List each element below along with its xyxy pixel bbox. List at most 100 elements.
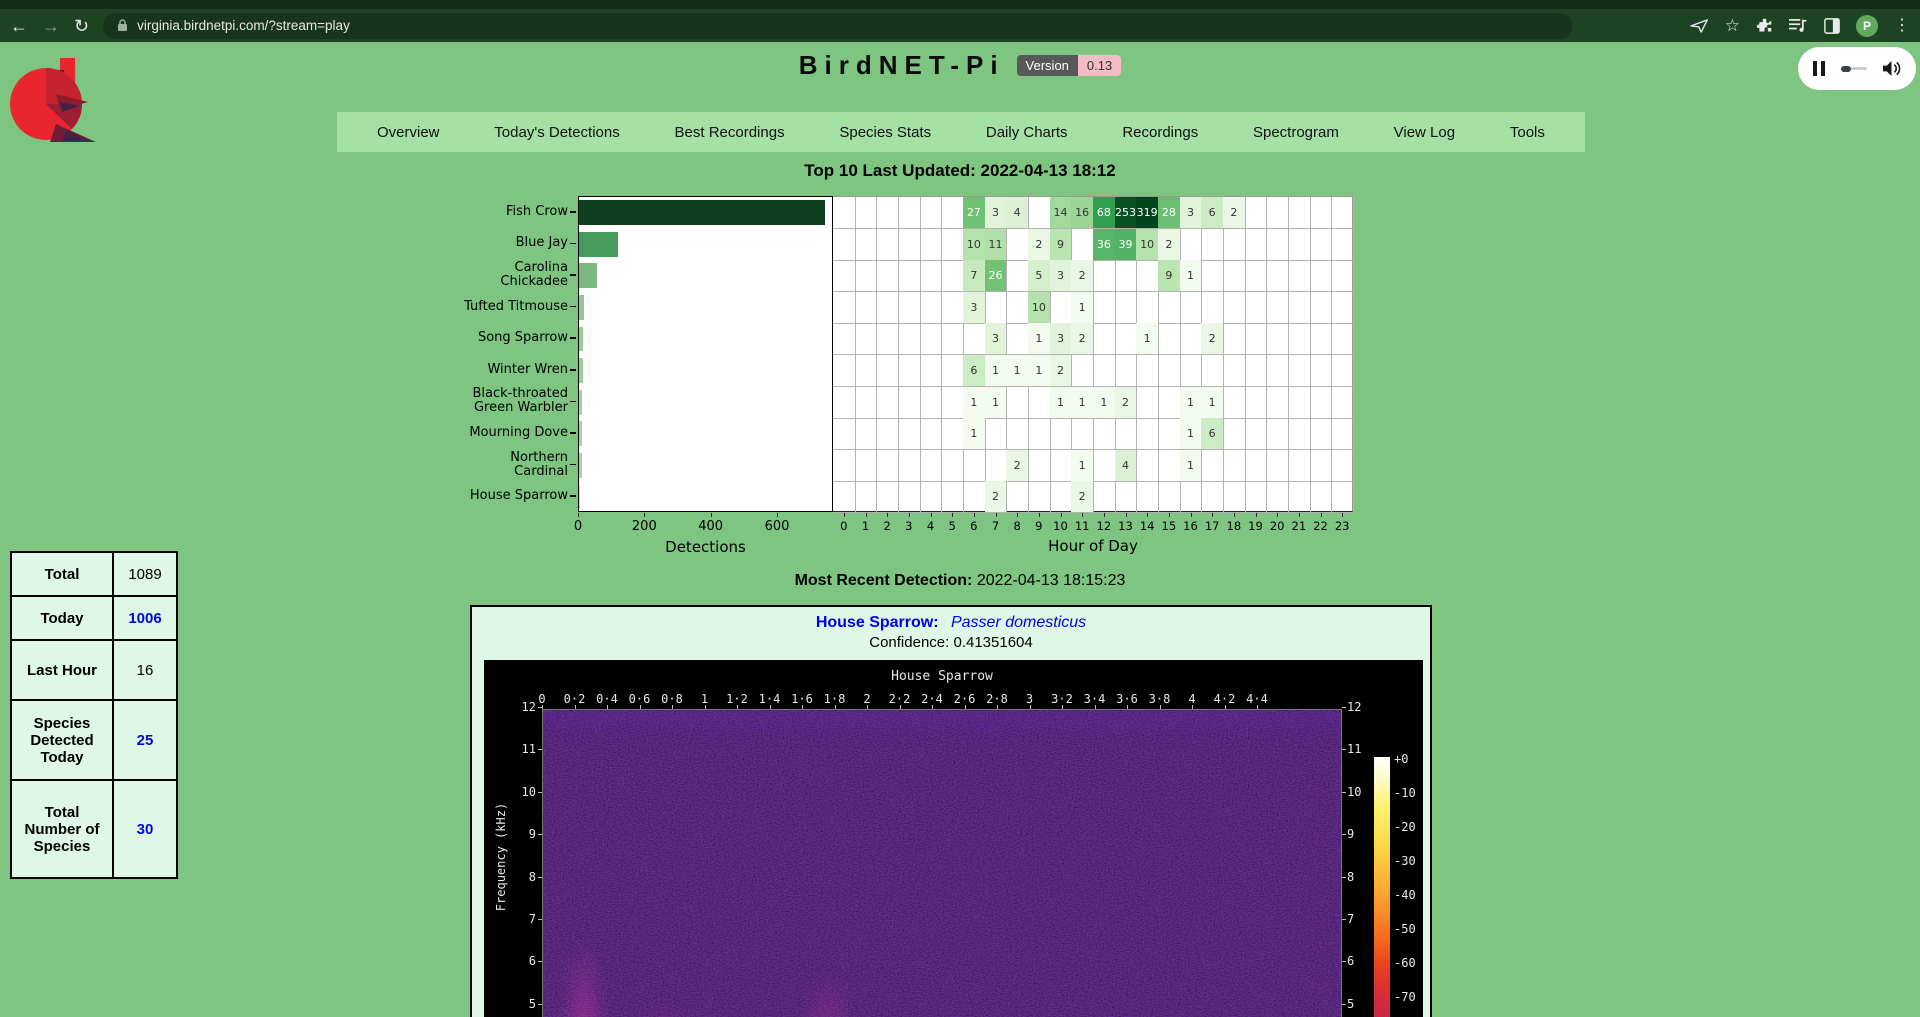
heatmap-cell [1331, 197, 1354, 229]
species-label-line: Winter Wren [487, 363, 568, 377]
heatmap-cell: 2 [1223, 197, 1246, 229]
heatmap-cell [1136, 387, 1159, 419]
heatmap-cell: 6 [1201, 197, 1224, 229]
heatmap-cell [1093, 260, 1116, 292]
heatmap-cell: 2 [1158, 229, 1181, 261]
heatmap-cell: 1 [963, 418, 986, 450]
recent-detection-label: Most Recent Detection: [795, 572, 973, 589]
heatmap-cell [1180, 323, 1203, 355]
heatmap-cell: 1 [1201, 387, 1224, 419]
heatmap-cell [1310, 323, 1333, 355]
y-axis-tick [570, 274, 576, 276]
heatmap-cell [1331, 387, 1354, 419]
species-label: CarolinaChickadee [340, 259, 568, 291]
spectrogram-time-tick-label: 3·2 [1051, 692, 1073, 706]
spectrogram-freq-tick-right [1342, 961, 1346, 962]
heatmap-cell [920, 260, 943, 292]
heatmap-cell [1115, 418, 1138, 450]
hour-axis-tick [952, 513, 953, 517]
colorbar-db-tick-label: -20 [1394, 820, 1416, 834]
heatmap-cell [855, 481, 878, 513]
heatmap-cell: 6 [1201, 418, 1224, 450]
heatmap-cell [1245, 387, 1268, 419]
heatmap-cell [1071, 418, 1094, 450]
heatmap-cell [1006, 387, 1029, 419]
species-label: NorthernCardinal [340, 449, 568, 481]
stats-value-link[interactable]: 1006 [113, 596, 177, 640]
heatmap-cell [833, 323, 856, 355]
spectrogram-time-tick-label: 4·2 [1214, 692, 1236, 706]
hour-axis-tick [1342, 513, 1343, 517]
heatmap-cell [1245, 481, 1268, 513]
heatmap-cell [941, 260, 964, 292]
spectrogram-time-tick [900, 705, 901, 709]
heatmap-cell: 2 [1201, 323, 1224, 355]
heatmap-cell: 1 [963, 387, 986, 419]
heatmap-cell [1115, 260, 1138, 292]
spectrogram-time-tick [542, 705, 543, 709]
heatmap-cell [941, 418, 964, 450]
spectrogram-title: House Sparrow [542, 669, 1342, 684]
species-label-line: Blue Jay [516, 236, 568, 250]
heatmap-cell [1201, 481, 1224, 513]
heatmap-cell: 28 [1158, 197, 1181, 229]
stats-value-link[interactable]: 25 [113, 700, 177, 780]
hour-axis-tick-label: 14 [1140, 519, 1155, 533]
x-axis-tick-label: 400 [698, 519, 723, 534]
heatmap-cell [1180, 229, 1203, 261]
heatmap-cell [1180, 481, 1203, 513]
spectrogram-time-tick-label: 0·8 [661, 692, 683, 706]
heatmap-cell: 10 [1136, 229, 1159, 261]
heatmap-cell [855, 260, 878, 292]
detection-species-link[interactable]: House Sparrow: [816, 614, 939, 631]
hour-axis-tick [1256, 513, 1257, 517]
heatmap-cell [1136, 355, 1159, 387]
y-axis-tick [570, 306, 576, 308]
heatmap-cell: 2 [1071, 323, 1094, 355]
heatmap-cell [1223, 418, 1246, 450]
heatmap-cell [876, 418, 899, 450]
heatmap-cell [1288, 450, 1311, 482]
heatmap-cell [1223, 481, 1246, 513]
bar [579, 421, 582, 446]
hour-axis-tick [844, 513, 845, 517]
detection-species-latin[interactable]: Passer domesticus [951, 614, 1086, 631]
species-label-line: Green Warbler [474, 401, 568, 415]
heatmap-cell [855, 355, 878, 387]
heatmap-cell [1093, 355, 1116, 387]
spectrogram-time-tick [1030, 705, 1031, 709]
heatmap-cell [1050, 450, 1073, 482]
bar [579, 358, 583, 383]
heatmap-cell [1050, 481, 1073, 513]
colorbar-db-tick-label: -10 [1394, 786, 1416, 800]
y-axis-tick [570, 369, 576, 371]
heatmap-cell [1245, 292, 1268, 324]
heatmap-cell [833, 355, 856, 387]
heatmap-cell [920, 323, 943, 355]
spectrogram-time-tick-label: 2·6 [954, 692, 976, 706]
heatmap-cell: 1 [1050, 387, 1073, 419]
hour-axis-tick-label: 7 [992, 519, 999, 533]
hour-axis-tick-label: 8 [1013, 519, 1020, 533]
species-label: Blue Jay [340, 228, 568, 260]
spectrogram-time-tick-label: 4 [1188, 692, 1195, 706]
heatmap-cell [1158, 481, 1181, 513]
heatmap-cell [1310, 387, 1333, 419]
stats-value-link[interactable]: 30 [113, 780, 177, 878]
heatmap-cell [898, 481, 921, 513]
heatmap-cell [1310, 418, 1333, 450]
bar [579, 453, 582, 478]
heatmap-cell [1158, 387, 1181, 419]
spectrogram-time-tick-label: 3·6 [1116, 692, 1138, 706]
heatmap-cell: 11 [985, 229, 1008, 261]
hour-axis-tick-label: 10 [1053, 519, 1068, 533]
heatmap-cell [1245, 260, 1268, 292]
spectrogram-frequency-axis-label: Frequency (kHz) [494, 787, 508, 927]
colorbar-db-tick-label: -50 [1394, 922, 1416, 936]
heatmap-cell [1310, 355, 1333, 387]
spectrogram-time-tick-label: 3·8 [1149, 692, 1171, 706]
heatmap-cell [1288, 481, 1311, 513]
bar [579, 200, 825, 225]
heatmap-cell [1245, 229, 1268, 261]
heatmap-cell [941, 229, 964, 261]
